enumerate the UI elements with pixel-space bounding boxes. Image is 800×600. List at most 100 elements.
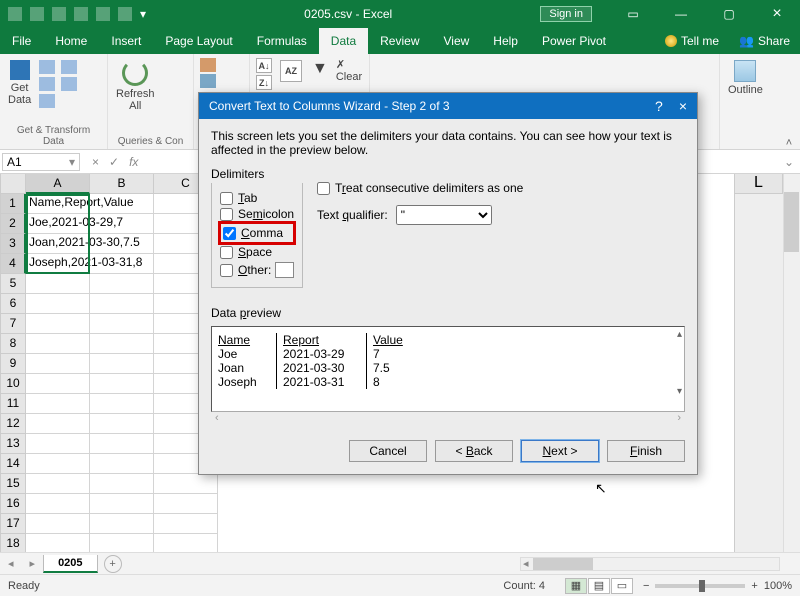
select-all-corner[interactable] <box>0 174 26 194</box>
qat-icon[interactable] <box>118 7 132 21</box>
view-page-break-icon[interactable]: ▭ <box>611 578 633 594</box>
cell[interactable] <box>90 394 154 414</box>
next-button[interactable]: Next > <box>521 440 599 462</box>
treat-consecutive-checkbox[interactable] <box>317 182 330 195</box>
horizontal-scrollbar[interactable]: ◂ <box>520 557 780 571</box>
geography-icon[interactable] <box>200 74 216 88</box>
delimiter-tab[interactable]: Tab <box>220 191 294 205</box>
sort-az-icon[interactable]: A↓ <box>256 58 272 73</box>
signin-button[interactable]: Sign in <box>540 6 592 22</box>
tab-formulas[interactable]: Formulas <box>245 28 319 54</box>
tab-file[interactable]: File <box>0 28 43 54</box>
cell[interactable] <box>26 334 90 354</box>
existing-conn-icon[interactable] <box>61 77 77 91</box>
row-header[interactable]: 1 <box>0 194 26 214</box>
refresh-all-button[interactable]: Refresh All <box>114 58 157 114</box>
tab-page-layout[interactable]: Page Layout <box>153 28 244 54</box>
close-button[interactable]: × <box>754 0 800 28</box>
cell[interactable] <box>90 194 154 214</box>
share-button[interactable]: 👥Share <box>729 28 800 54</box>
cell[interactable] <box>154 534 218 552</box>
row-header[interactable]: 17 <box>0 514 26 534</box>
cell[interactable] <box>154 514 218 534</box>
comma-checkbox[interactable] <box>223 227 236 240</box>
tell-me[interactable]: Tell me <box>655 28 729 54</box>
cell[interactable] <box>90 454 154 474</box>
cell[interactable] <box>90 434 154 454</box>
back-button[interactable]: < Back <box>435 440 513 462</box>
cell[interactable] <box>26 274 90 294</box>
cell[interactable] <box>26 514 90 534</box>
cell[interactable] <box>26 494 90 514</box>
cell[interactable]: Joe,2021-03-29,7 <box>26 214 90 234</box>
row-header[interactable]: 15 <box>0 474 26 494</box>
close-icon[interactable]: × <box>679 98 687 114</box>
cell[interactable] <box>90 534 154 552</box>
cell[interactable] <box>90 354 154 374</box>
accept-formula-icon[interactable]: ✓ <box>109 155 119 169</box>
get-data-button[interactable]: Get Data <box>6 58 33 108</box>
cell[interactable] <box>90 274 154 294</box>
vertical-scrollbar[interactable] <box>783 174 800 552</box>
scroll-left-icon[interactable]: ◂ <box>521 557 531 570</box>
sort-button[interactable]: AZ <box>278 58 304 84</box>
cell[interactable] <box>26 354 90 374</box>
view-normal-icon[interactable]: ▦ <box>565 578 587 594</box>
minimize-button[interactable]: — <box>658 0 704 28</box>
view-page-layout-icon[interactable]: ▤ <box>588 578 610 594</box>
tab-review[interactable]: Review <box>368 28 431 54</box>
column-header-a[interactable]: A <box>26 174 90 194</box>
cell[interactable] <box>90 494 154 514</box>
row-header[interactable]: 8 <box>0 334 26 354</box>
cancel-formula-icon[interactable]: × <box>92 155 99 169</box>
other-checkbox[interactable] <box>220 264 233 277</box>
other-delimiter-input[interactable] <box>275 262 294 278</box>
cell[interactable] <box>90 294 154 314</box>
save-icon[interactable] <box>8 7 22 21</box>
scrollbar-thumb[interactable] <box>784 192 799 252</box>
cell[interactable] <box>90 314 154 334</box>
expand-formula-icon[interactable]: ⌄ <box>778 155 800 169</box>
delimiter-other[interactable]: Other: <box>220 263 271 277</box>
name-box[interactable]: A1▾ <box>2 153 80 171</box>
tab-home[interactable]: Home <box>43 28 99 54</box>
row-header[interactable]: 13 <box>0 434 26 454</box>
zoom-slider[interactable] <box>655 584 745 588</box>
cell[interactable] <box>26 414 90 434</box>
from-table-icon[interactable] <box>39 94 55 108</box>
tab-power-pivot[interactable]: Power Pivot <box>530 28 618 54</box>
chevron-down-icon[interactable]: ▾ <box>69 155 75 169</box>
qat-dropdown-icon[interactable]: ▾ <box>140 7 148 21</box>
cell[interactable] <box>90 514 154 534</box>
row-header[interactable]: 10 <box>0 374 26 394</box>
row-header[interactable]: 9 <box>0 354 26 374</box>
outline-button[interactable]: Outline <box>726 58 765 98</box>
preview-scroll-up-icon[interactable]: ▴ <box>677 329 682 340</box>
filter-button[interactable]: ▼ <box>310 58 330 80</box>
text-qualifier-select[interactable]: " <box>396 205 492 225</box>
fx-icon[interactable]: fx <box>129 155 138 169</box>
row-header[interactable]: 7 <box>0 314 26 334</box>
column-header-l[interactable]: L <box>735 174 783 194</box>
finish-button[interactable]: Finish <box>607 440 685 462</box>
cell[interactable]: Name,Report,Value <box>26 194 90 214</box>
cancel-button[interactable]: Cancel <box>349 440 427 462</box>
cell[interactable] <box>26 314 90 334</box>
semicolon-checkbox[interactable] <box>220 208 233 221</box>
cell[interactable] <box>90 234 154 254</box>
from-text-icon[interactable] <box>39 60 55 74</box>
cell[interactable] <box>26 454 90 474</box>
cell[interactable] <box>26 474 90 494</box>
cell[interactable] <box>90 254 154 274</box>
cell[interactable] <box>26 374 90 394</box>
delimiter-space[interactable]: Space <box>220 245 294 259</box>
cell[interactable] <box>90 474 154 494</box>
row-header[interactable]: 14 <box>0 454 26 474</box>
cell[interactable] <box>90 374 154 394</box>
tab-help[interactable]: Help <box>481 28 530 54</box>
sheet-nav-next[interactable]: ▸ <box>22 557 44 570</box>
delimiter-semicolon[interactable]: Semicolon <box>220 207 294 221</box>
row-header[interactable]: 4 <box>0 254 26 274</box>
cell[interactable]: Joan,2021-03-30,7.5 <box>26 234 90 254</box>
undo-icon[interactable] <box>30 7 44 21</box>
